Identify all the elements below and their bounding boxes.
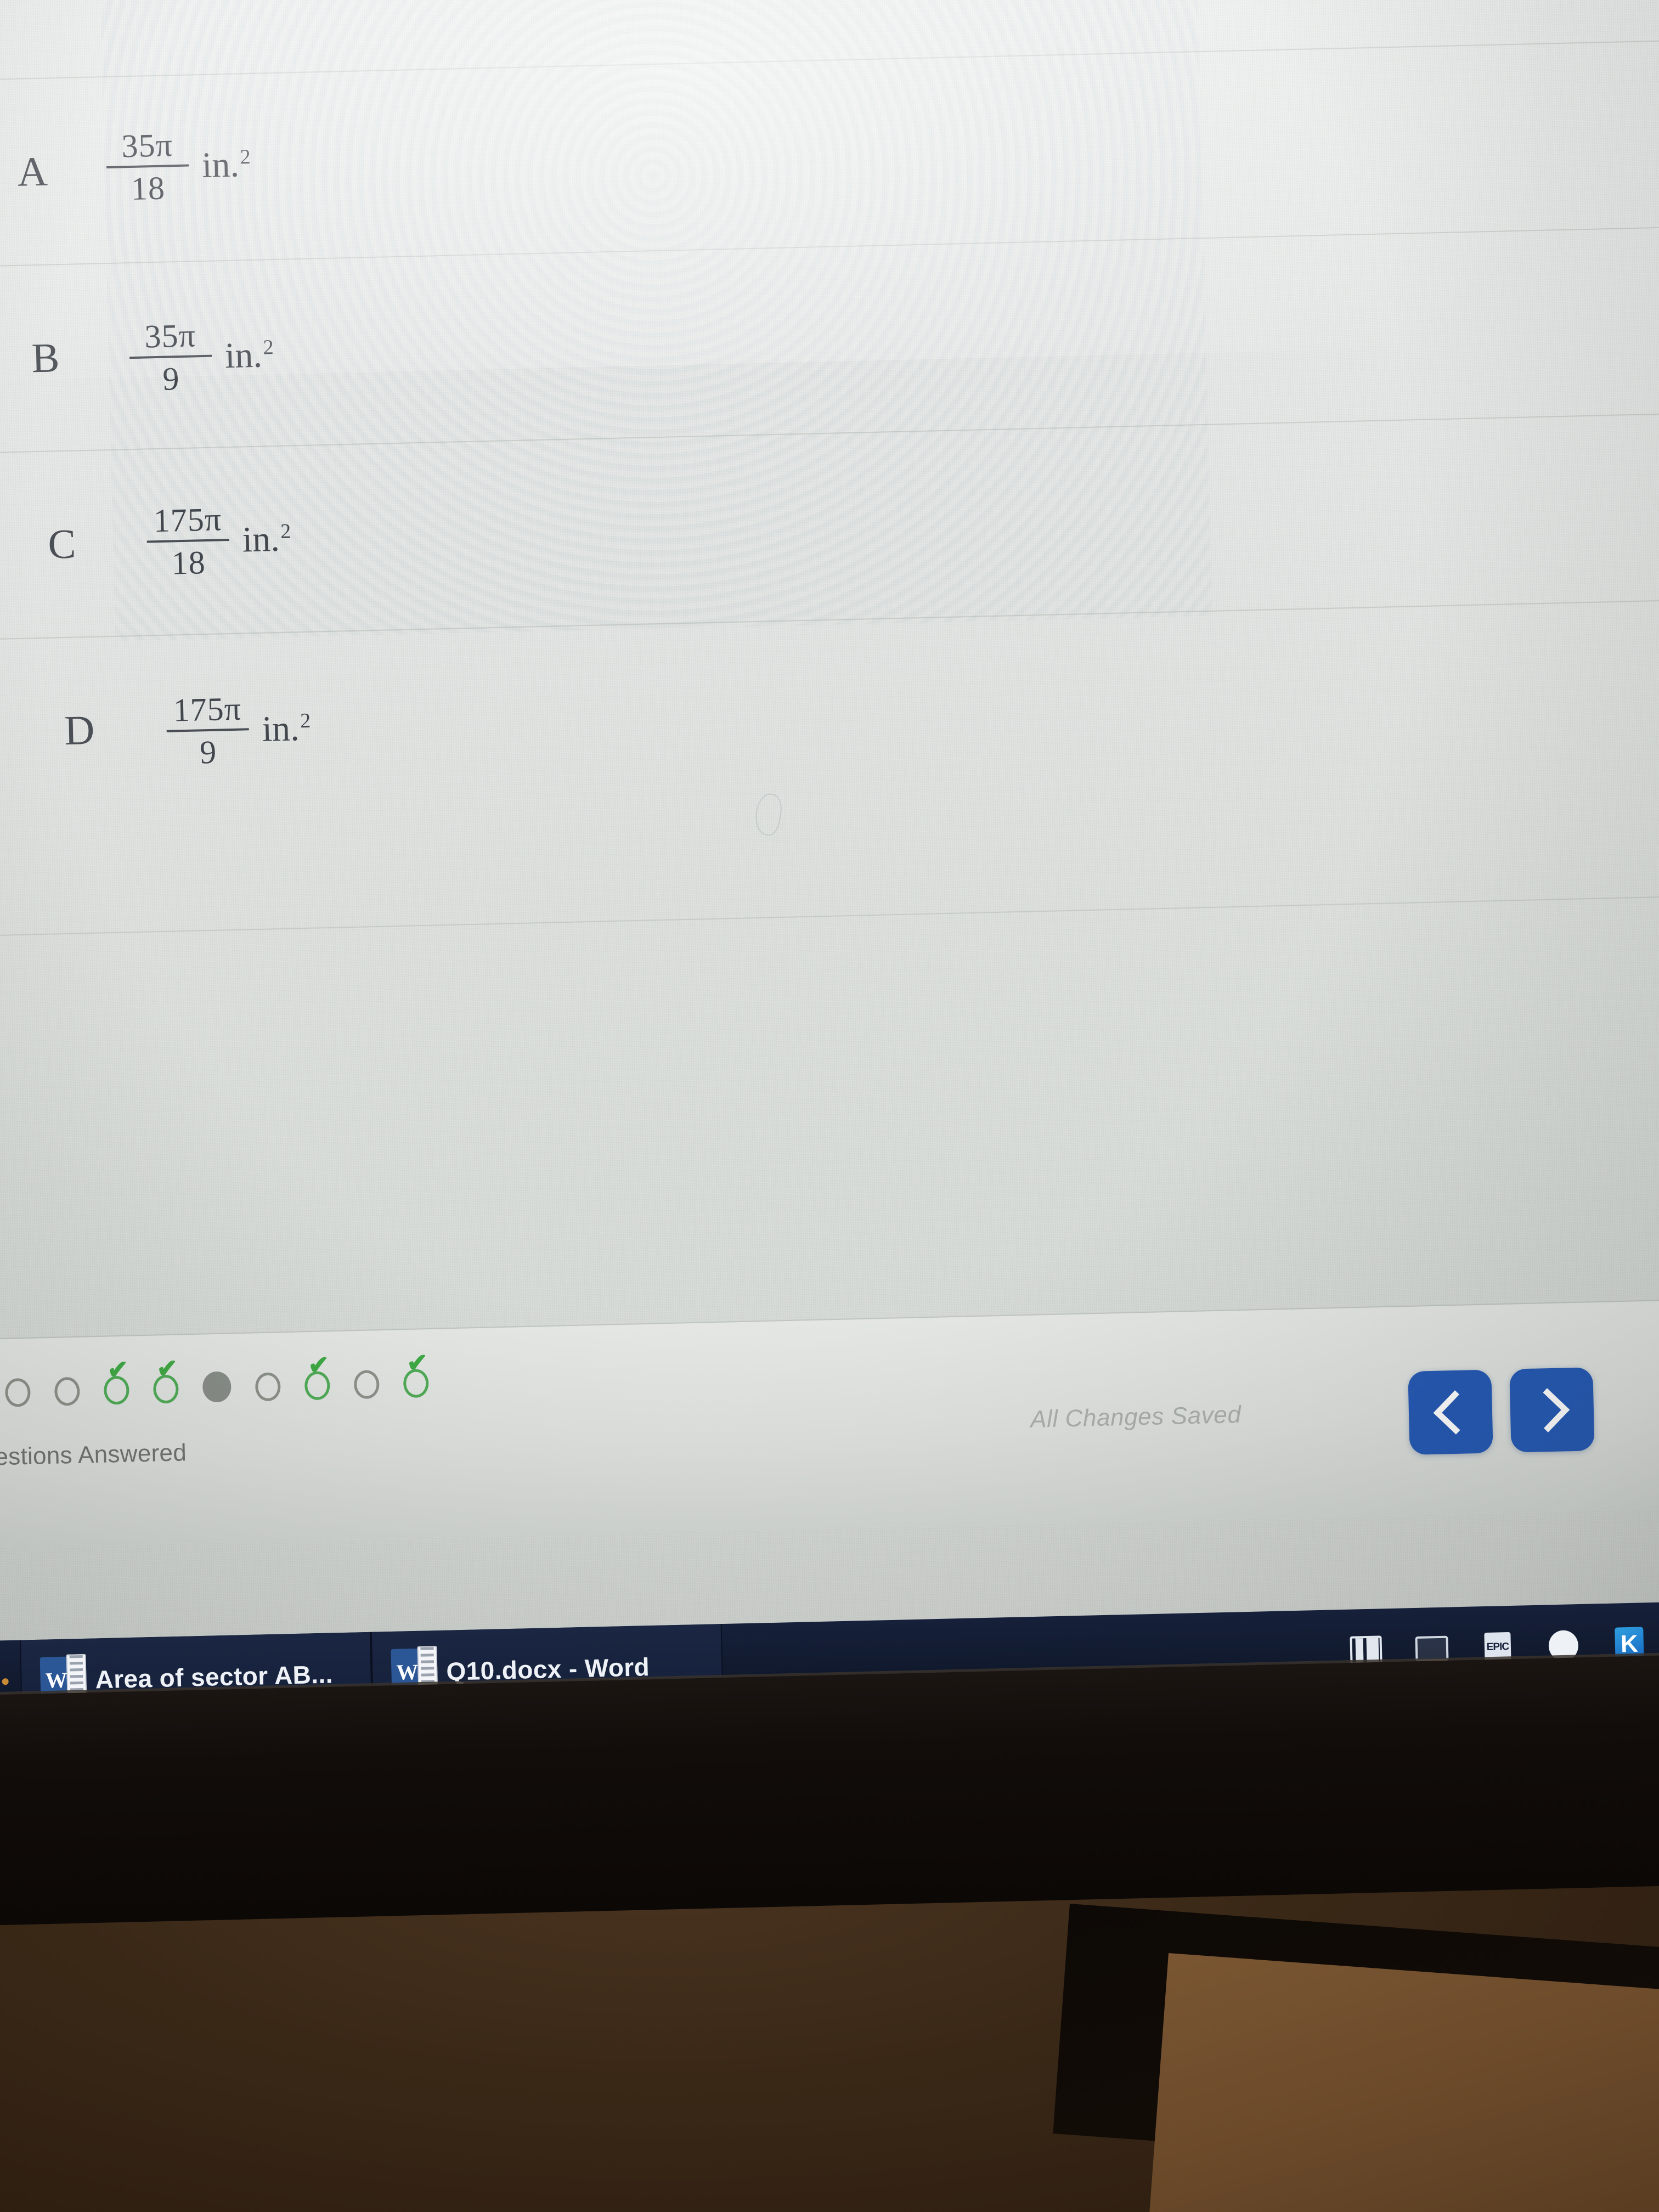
check-icon: ✔	[156, 1353, 178, 1383]
save-status-label: All Changes Saved	[1030, 1401, 1242, 1433]
question-dot-3[interactable]	[4, 1378, 31, 1407]
chevron-right-icon	[1525, 1387, 1570, 1432]
choice-option-d[interactable]: D 175π 9 in.2	[0, 599, 1659, 826]
progress-label: Total Questions Answered	[0, 1439, 187, 1472]
laptop-screen: A 35π 18 in.2 B 35π 9 in.2 C 175π 18 in.…	[0, 0, 1659, 1743]
previous-question-button[interactable]	[1408, 1369, 1493, 1455]
unit-exponent: 2	[300, 709, 311, 733]
unit-label: in.2	[262, 708, 312, 751]
photo-of-laptop-screen: A 35π 18 in.2 B 35π 9 in.2 C 175π 18 in.…	[0, 0, 1659, 2212]
question-dot-6[interactable]: ✔	[153, 1354, 179, 1404]
choice-letter: A	[16, 148, 48, 195]
unit-exponent: 2	[280, 520, 291, 543]
fraction: 175π 18	[146, 501, 230, 582]
fraction-denominator: 9	[199, 733, 217, 771]
choice-expression: 35π 9 in.2	[129, 317, 275, 397]
choice-expression: 175π 18 in.2	[146, 501, 292, 582]
unit-text: in.	[224, 335, 263, 376]
unit-text: in.	[241, 518, 280, 560]
fraction-denominator: 18	[171, 544, 206, 582]
question-progress-indicator[interactable]: ✔✔✔✔✔	[0, 1348, 429, 1409]
unit-label: in.2	[201, 144, 251, 187]
question-dot-11[interactable]: ✔	[403, 1348, 429, 1398]
question-dot-8[interactable]	[255, 1372, 281, 1402]
unit-label: in.2	[224, 334, 274, 377]
choice-option-c[interactable]: C 175π 18 in.2	[0, 412, 1659, 639]
word-icon-letter: W	[45, 1667, 68, 1693]
desk-edge	[1148, 1953, 1659, 2212]
fraction-denominator: 9	[162, 360, 180, 397]
choice-expression: 35π 18 in.2	[105, 127, 251, 207]
check-icon: ✔	[406, 1348, 428, 1377]
word-icon-letter: W	[396, 1659, 419, 1685]
fraction-numerator: 175π	[172, 690, 242, 729]
unit-text: in.	[261, 708, 300, 749]
choice-option-b[interactable]: B 35π 9 in.2	[0, 225, 1659, 453]
question-dot-10[interactable]	[353, 1370, 380, 1400]
laptop-base: DELL	[0, 1655, 1659, 1926]
check-icon: ✔	[106, 1355, 129, 1384]
next-question-button[interactable]	[1509, 1367, 1595, 1453]
fraction: 35π 18	[105, 127, 189, 207]
question-dot-5[interactable]: ✔	[103, 1355, 130, 1405]
fraction: 35π 9	[129, 317, 213, 397]
choice-letter: B	[31, 335, 60, 382]
answer-choices-card: A 35π 18 in.2 B 35π 9 in.2 C 175π 18 in.…	[0, 39, 1659, 936]
fraction-numerator: 175π	[153, 501, 222, 539]
fraction-numerator: 35π	[144, 317, 196, 355]
unit-exponent: 2	[240, 145, 251, 169]
question-dot-9[interactable]: ✔	[304, 1350, 330, 1401]
check-icon: ✔	[307, 1350, 330, 1380]
question-dot-4[interactable]	[54, 1376, 81, 1406]
choice-option-a[interactable]: A 35π 18 in.2	[0, 39, 1659, 266]
unit-exponent: 2	[263, 336, 274, 359]
choice-letter: C	[47, 521, 77, 568]
choice-letter: D	[64, 707, 95, 754]
fraction-denominator: 18	[131, 170, 166, 207]
taskbar-status-dot-icon	[2, 1678, 9, 1685]
chevron-left-icon	[1433, 1390, 1477, 1435]
unit-text: in.	[201, 144, 240, 185]
taskbar-left-overflow[interactable]: ..	[0, 1672, 21, 1694]
fraction: 175π 9	[166, 690, 250, 771]
fraction-numerator: 35π	[121, 127, 173, 165]
quiz-status-bar: ✔✔✔✔✔ Total Questions Answered All Chang…	[0, 1297, 1659, 1552]
question-dot-7[interactable]	[202, 1371, 232, 1403]
unit-label: in.2	[242, 518, 292, 561]
choice-expression: 175π 9 in.2	[166, 691, 312, 770]
